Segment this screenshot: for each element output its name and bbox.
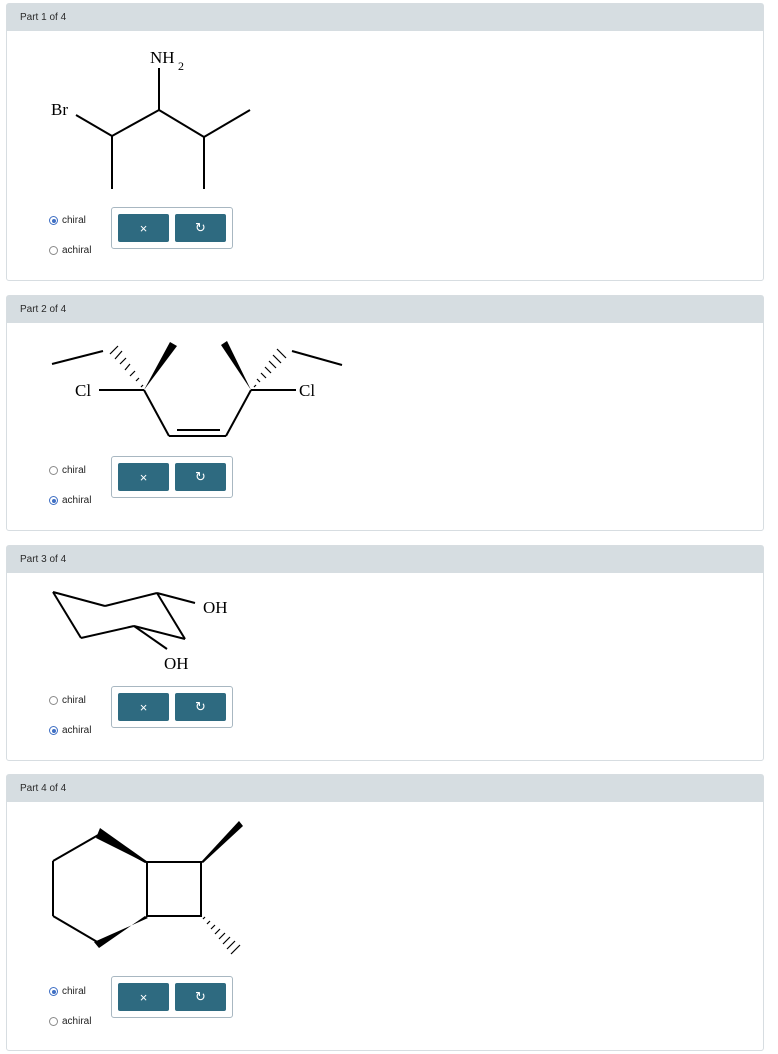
chiral-option[interactable]: chiral: [49, 695, 86, 706]
chiral-radio[interactable]: [49, 987, 58, 996]
achiral-option[interactable]: achiral: [49, 725, 91, 736]
chiral-label: chiral: [62, 465, 86, 476]
undo-button[interactable]: ↻: [175, 214, 226, 242]
part-2-action-buttons: × ↻: [111, 456, 233, 498]
clear-button[interactable]: ×: [118, 693, 169, 721]
achiral-label: achiral: [62, 1016, 92, 1027]
undo-icon: ↻: [195, 220, 206, 235]
achiral-option[interactable]: achiral: [49, 245, 91, 256]
part-4-action-buttons: × ↻: [111, 976, 233, 1018]
clear-button[interactable]: ×: [118, 463, 169, 491]
achiral-radio[interactable]: [49, 726, 58, 735]
chlorine-label-right: Cl: [299, 381, 315, 400]
part-3-molecule-structure: OH OH: [52, 591, 228, 673]
achiral-label: achiral: [62, 725, 92, 736]
achiral-radio[interactable]: [49, 1017, 58, 1026]
chiral-option[interactable]: chiral: [49, 465, 86, 476]
chiral-label: chiral: [62, 695, 86, 706]
amine-subscript: 2: [178, 59, 184, 73]
chiral-radio[interactable]: [49, 696, 58, 705]
achiral-label: achiral: [62, 495, 92, 506]
undo-button[interactable]: ↻: [175, 693, 226, 721]
undo-icon: ↻: [195, 989, 206, 1004]
chiral-label: chiral: [62, 215, 86, 226]
undo-button[interactable]: ↻: [175, 463, 226, 491]
achiral-radio[interactable]: [49, 246, 58, 255]
undo-icon: ↻: [195, 699, 206, 714]
hydroxyl-label-bottom: OH: [164, 654, 189, 673]
chiral-option[interactable]: chiral: [49, 215, 86, 226]
part-3-action-buttons: × ↻: [111, 686, 233, 728]
achiral-option[interactable]: achiral: [49, 495, 91, 506]
achiral-radio[interactable]: [49, 496, 58, 505]
hydroxyl-label-top: OH: [203, 598, 228, 617]
undo-icon: ↻: [195, 469, 206, 484]
part-2-card: Part 2 of 4 Cl Cl chiral achiral × ↻: [6, 295, 764, 531]
chlorine-label-left: Cl: [75, 381, 91, 400]
undo-button[interactable]: ↻: [175, 983, 226, 1011]
part-1-card: Part 1 of 4 Br NH 2 chiral achiral × ↻: [6, 3, 764, 281]
chiral-radio[interactable]: [49, 216, 58, 225]
clear-button[interactable]: ×: [118, 983, 169, 1011]
close-icon: ×: [139, 469, 148, 485]
chiral-radio[interactable]: [49, 466, 58, 475]
bromine-label: Br: [51, 100, 68, 119]
clear-button[interactable]: ×: [118, 214, 169, 242]
achiral-label: achiral: [62, 245, 92, 256]
amine-label: NH: [150, 48, 175, 67]
close-icon: ×: [139, 699, 148, 715]
close-icon: ×: [139, 220, 148, 236]
part-1-action-buttons: × ↻: [111, 207, 233, 249]
chiral-option[interactable]: chiral: [49, 986, 86, 997]
achiral-option[interactable]: achiral: [49, 1016, 91, 1027]
chiral-label: chiral: [62, 986, 86, 997]
part-3-card: Part 3 of 4 OH OH chiral achiral × ↻: [6, 545, 764, 761]
part-4-card: Part 4 of 4 chiral achiral × ↻: [6, 774, 764, 1051]
close-icon: ×: [139, 989, 148, 1005]
